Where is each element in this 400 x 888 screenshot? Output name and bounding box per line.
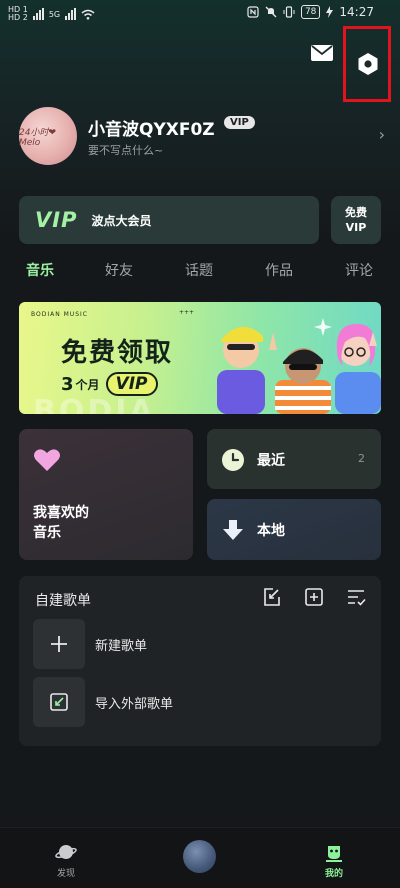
banner-unit: 个月 (75, 377, 100, 392)
free-vip-line1: 免费 (345, 206, 367, 219)
charging-icon (326, 6, 334, 18)
clock-icon (222, 449, 244, 471)
nav-discover-label: 发现 (56, 869, 75, 879)
nav-discover[interactable]: 发现 (26, 828, 106, 888)
favorites-label: 我喜欢的 音乐 (33, 503, 89, 543)
bio-text: 要不写点什么~ (88, 144, 164, 157)
mute-icon (265, 6, 277, 18)
recent-label: 最近 (257, 453, 285, 469)
free-vip-button[interactable]: 免费 VIP (331, 196, 381, 244)
tab-music[interactable]: 音乐 (26, 260, 54, 280)
free-vip-line2: VIP (345, 221, 367, 234)
manage-list-icon[interactable] (345, 586, 367, 608)
local-card[interactable]: 本地 (207, 499, 381, 560)
new-playlist-label: 新建歌单 (95, 638, 148, 654)
promo-banner[interactable]: BODIAN MUSIC +++ 免费领取 3 个月 VIP BODIA (19, 302, 381, 414)
favorites-label-line1: 我喜欢的 (33, 505, 89, 521)
signal-icon-2 (65, 8, 77, 20)
tab-topics[interactable]: 话题 (185, 260, 213, 280)
nav-mine-label: 我的 (324, 869, 343, 879)
playlists-title: 自建歌单 (35, 593, 91, 609)
banner-number: 3 (61, 373, 74, 395)
nfc-icon (247, 6, 259, 18)
download-arrow-icon (223, 520, 243, 540)
username: 小音波QYXF0Z (88, 120, 215, 140)
profile-section[interactable]: 24小时❤Melo 小音波QYXF0Z VIP 要不写点什么~ › (19, 107, 391, 175)
vip-badge: VIP (224, 116, 255, 129)
network-label: 5G (48, 9, 61, 19)
planet-icon (55, 845, 77, 859)
battery-indicator: 78 (300, 5, 321, 19)
sim2-label: HD 2 (8, 13, 28, 22)
vip-membership-card[interactable]: VIP 波点大会员 (19, 196, 319, 244)
status-left: HD 1 HD 2 5G (8, 6, 95, 22)
add-playlist-icon[interactable] (303, 586, 325, 608)
status-bar: HD 1 HD 2 5G 78 14:27 (0, 0, 400, 28)
playlists-actions (261, 586, 367, 608)
banner-stars: +++ (179, 309, 195, 316)
new-playlist-row[interactable]: 新建歌单 (33, 619, 363, 669)
message-button[interactable] (309, 40, 335, 66)
profile-tabs: 音乐 好友 话题 作品 评论 (26, 260, 400, 286)
banner-headline: 免费领取 (61, 338, 174, 368)
tab-friends[interactable]: 好友 (105, 260, 133, 280)
recent-count: 2 (358, 452, 365, 465)
annotation-highlight-box (343, 26, 391, 102)
new-playlist-thumb (33, 619, 85, 669)
import-external-icon (50, 693, 68, 711)
favorites-label-line2: 音乐 (33, 525, 61, 541)
banner-vip: VIP (105, 372, 158, 396)
chevron-right-icon: › (378, 125, 385, 144)
favorites-card[interactable]: 我喜欢的 音乐 (19, 429, 193, 560)
import-icon[interactable] (261, 586, 283, 608)
banner-watermark: BODIA (33, 394, 156, 414)
tab-comments[interactable]: 评论 (345, 260, 373, 280)
heart-icon (34, 449, 60, 471)
clock: 14:27 (339, 5, 374, 19)
import-playlist-row[interactable]: 导入外部歌单 (33, 677, 363, 727)
wifi-icon (81, 9, 95, 20)
tab-works[interactable]: 作品 (265, 260, 293, 280)
recent-card[interactable]: 最近 2 (207, 429, 381, 489)
import-playlist-thumb (33, 677, 85, 727)
signal-icon (32, 8, 44, 20)
status-right: 78 14:27 (247, 5, 374, 19)
vip-card-label: 波点大会员 (91, 213, 152, 228)
plus-icon (51, 636, 67, 652)
local-label: 本地 (257, 523, 285, 539)
import-playlist-label: 导入外部歌单 (95, 696, 174, 712)
vibrate-icon (283, 6, 295, 18)
vip-logo: VIP (35, 208, 78, 232)
profile-face-icon (326, 846, 342, 862)
now-playing-button[interactable] (183, 840, 216, 873)
mail-icon (311, 45, 333, 61)
banner-brand: BODIAN MUSIC (31, 311, 88, 318)
avatar-text: 24小时❤Melo (19, 127, 56, 148)
banner-characters-illustration (217, 318, 381, 414)
playlists-section: 自建歌单 新建歌单 导入外部歌单 (19, 576, 381, 746)
avatar[interactable]: 24小时❤Melo (19, 107, 77, 165)
nav-mine[interactable]: 我的 (294, 828, 374, 888)
banner-subline: 3 个月 VIP (61, 372, 158, 396)
